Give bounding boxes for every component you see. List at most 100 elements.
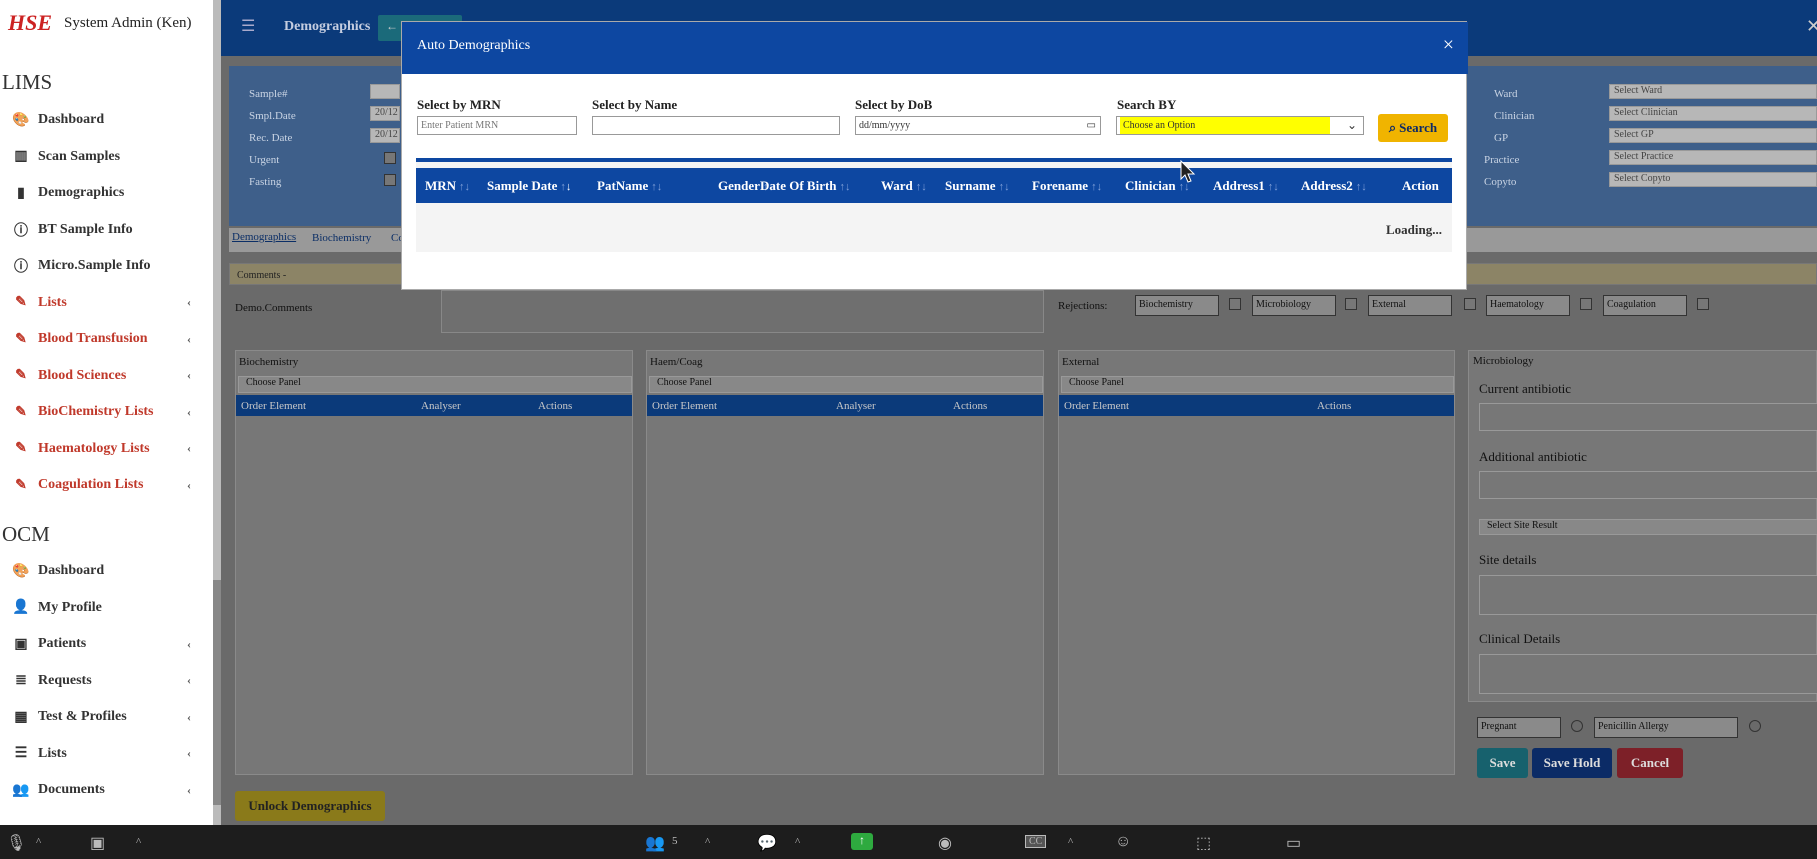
chevron-up-icon[interactable]: ^ (795, 836, 800, 848)
chevron-up-icon[interactable]: ^ (36, 836, 41, 848)
column-ward[interactable]: Ward ↑↓ (881, 178, 927, 194)
column-address1[interactable]: Address1 ↑↓ (1213, 178, 1279, 194)
sidebar-item-blood-transfusion[interactable]: ✎ Blood Transfusion ‹ (0, 321, 213, 357)
sidebar-item-blood-sciences[interactable]: ✎ Blood Sciences ‹ (0, 358, 213, 394)
choose-panel-select[interactable]: Choose Panel (1061, 376, 1454, 393)
search-by-label: Search BY (1117, 97, 1177, 112)
additional-antibiotic-input[interactable] (1479, 471, 1817, 499)
rejection-microbiology-checkbox[interactable] (1345, 298, 1357, 310)
sidebar-item-bt-sample-info[interactable]: ⓘ BT Sample Info (0, 212, 213, 248)
column-address2[interactable]: Address2 ↑↓ (1301, 178, 1367, 194)
mrn-input[interactable]: Enter Patient MRN (417, 116, 577, 135)
sidebar-item-lists[interactable]: ☰ Lists ‹ (0, 736, 213, 772)
user-name[interactable]: System Admin (Ken) (64, 15, 192, 32)
save-button[interactable]: Save (1477, 748, 1528, 778)
sample-number-input[interactable] (370, 84, 400, 99)
sidebar-item-documents[interactable]: 👥 Documents ‹ (0, 772, 213, 808)
sidebar-item-requests[interactable]: ≣ Requests ‹ (0, 663, 213, 699)
lims-section-title: LIMS (2, 70, 53, 94)
patients-icon: ▣ (14, 636, 28, 652)
share-screen-icon[interactable]: ↑ (851, 833, 873, 850)
microphone-icon[interactable]: 🎙 (6, 833, 26, 853)
gp-select[interactable]: Select GP (1609, 128, 1817, 143)
pregnant-radio[interactable] (1571, 720, 1583, 732)
cancel-button[interactable]: Cancel (1617, 748, 1683, 778)
whiteboard-icon[interactable]: ▭ (1286, 833, 1301, 853)
participants-icon[interactable]: 👥 (645, 833, 665, 853)
site-result-select[interactable]: Select Site Result (1479, 519, 1817, 535)
dob-label: Select by DoB (855, 97, 933, 112)
sidebar-item-biochemistry-lists[interactable]: ✎ BioChemistry Lists ‹ (0, 394, 213, 430)
gp-label: GP (1494, 132, 1509, 144)
chat-icon[interactable]: 💬 (757, 833, 777, 853)
sidebar-item-scan-samples[interactable]: ▥ Scan Samples (0, 139, 213, 175)
current-antibiotic-input[interactable] (1479, 403, 1817, 431)
sample-date-input[interactable]: 20/12 (370, 106, 400, 121)
column-surname[interactable]: Surname ↑↓ (945, 178, 1010, 194)
scrollbar-thumb[interactable] (213, 580, 221, 805)
rejection-haematology-checkbox[interactable] (1580, 298, 1592, 310)
auto-demographics-modal: Auto Demographics × Select by MRN Enter … (401, 21, 1468, 290)
sidebar-item-dashboard[interactable]: 🎨 Dashboard (0, 553, 213, 589)
calendar-icon[interactable]: ▭ (1087, 120, 1096, 131)
tab-biochemistry[interactable]: Biochemistry (312, 232, 371, 244)
sidebar-item-demographics[interactable]: ▮ Demographics (0, 175, 213, 211)
apps-icon[interactable]: ⬚ (1196, 833, 1211, 853)
reactions-icon[interactable]: ☺ (1115, 833, 1131, 851)
close-icon[interactable]: ✕ (1806, 16, 1817, 37)
fasting-checkbox[interactable] (384, 174, 396, 186)
sidebar-item-micro-sample-info[interactable]: ⓘ Micro.Sample Info (0, 248, 213, 284)
choose-panel-select[interactable]: Choose Panel (649, 376, 1043, 393)
record-icon[interactable]: ◉ (938, 833, 952, 853)
column-date-of-birth[interactable]: Date Of Birth ↑↓ (760, 178, 851, 194)
modal-close-icon[interactable]: × (1443, 34, 1454, 57)
name-input[interactable] (592, 116, 840, 135)
clinician-select[interactable]: Select Clinician (1609, 106, 1817, 121)
column-mrn[interactable]: MRN ↑↓ (425, 178, 470, 194)
tab-demographics[interactable]: Demographics (232, 231, 296, 243)
urgent-checkbox[interactable] (384, 152, 396, 164)
sidebar-item-haematology-lists[interactable]: ✎ Haematology Lists ‹ (0, 431, 213, 467)
rejection-biochemistry-checkbox[interactable] (1229, 298, 1241, 310)
column-forename[interactable]: Forename ↑↓ (1032, 178, 1102, 194)
choose-panel-select[interactable]: Choose Panel (238, 376, 632, 393)
demo-comments-textarea[interactable] (441, 290, 1044, 333)
column-header: Order Element (241, 399, 307, 412)
search-button[interactable]: ⌕ Search (1378, 114, 1448, 142)
chevron-up-icon[interactable]: ^ (705, 836, 710, 848)
unlock-demographics-button[interactable]: Unlock Demographics (235, 791, 385, 821)
sidebar-item-lists[interactable]: ✎ Lists ‹ (0, 285, 213, 321)
column-sample-date[interactable]: Sample Date ↑↓ (487, 178, 571, 194)
ward-select[interactable]: Select Ward (1609, 84, 1817, 99)
clinical-details-input[interactable] (1479, 654, 1817, 694)
search-by-value: Choose an Option (1120, 117, 1330, 134)
practice-select[interactable]: Select Practice (1609, 150, 1817, 165)
video-off-icon[interactable]: ▣ (90, 833, 105, 853)
dob-input[interactable]: dd/mm/yyyy ▭ (855, 116, 1101, 135)
name-label: Select by Name (592, 97, 678, 112)
hamburger-icon[interactable]: ☰ (241, 16, 255, 36)
sidebar-item-label: Test & Profiles (38, 709, 127, 724)
sidebar-item-dashboard[interactable]: 🎨 Dashboard (0, 102, 213, 138)
chevron-up-icon[interactable]: ^ (136, 836, 141, 848)
sidebar-item-my-profile[interactable]: 👤 My Profile (0, 590, 213, 626)
search-by-select[interactable]: Choose an Option ⌄ (1116, 116, 1364, 135)
received-date-input[interactable]: 20/12 (370, 128, 400, 143)
search-icon: ⌕ (1388, 120, 1397, 135)
column-header: Order Element (652, 399, 718, 412)
chevron-up-icon[interactable]: ^ (1068, 836, 1073, 848)
modal-title: Auto Demographics (417, 38, 531, 53)
save-hold-button[interactable]: Save Hold (1532, 748, 1612, 778)
rejection-external-checkbox[interactable] (1464, 298, 1476, 310)
sidebar-scrollbar[interactable] (213, 0, 221, 825)
site-details-input[interactable] (1479, 575, 1817, 615)
sidebar-item-label: Lists (38, 294, 67, 310)
column-patname[interactable]: PatName ↑↓ (597, 178, 662, 194)
captions-icon[interactable]: CC (1025, 835, 1047, 848)
penicillin-radio[interactable] (1749, 720, 1761, 732)
sidebar-item-test-profiles[interactable]: ▦ Test & Profiles ‹ (0, 699, 213, 735)
sidebar-item-patients[interactable]: ▣ Patients ‹ (0, 626, 213, 662)
copyto-select[interactable]: Select Copyto (1609, 172, 1817, 187)
sidebar-item-coagulation-lists[interactable]: ✎ Coagulation Lists ‹ (0, 467, 213, 503)
rejection-coagulation-checkbox[interactable] (1697, 298, 1709, 310)
